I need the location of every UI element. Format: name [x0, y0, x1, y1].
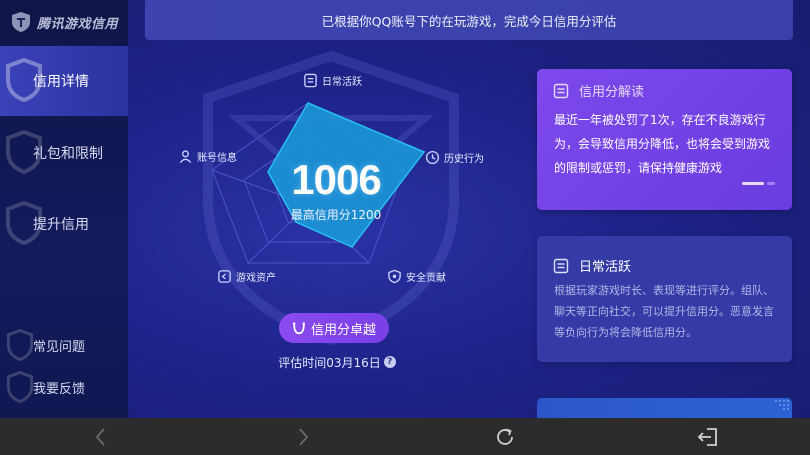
- radar-label-account-info: 账号信息: [178, 149, 237, 164]
- list-icon: [304, 73, 317, 88]
- logo-shield-icon: [12, 12, 30, 32]
- help-icon[interactable]: ?: [383, 356, 396, 368]
- logo-text: 腾讯游戏信用: [37, 16, 119, 32]
- back-icon[interactable]: [90, 426, 112, 448]
- radar-label-daily-activity: 日常活跃: [303, 73, 362, 88]
- smile-icon: [292, 322, 306, 335]
- sidebar-item-improve-credit[interactable]: 提升信用: [0, 189, 128, 259]
- exit-icon[interactable]: [697, 426, 719, 448]
- card-body: 最近一年被处罚了1次，存在不良游戏行为，会导致信用分降低，也将会受到游戏的限制或…: [554, 113, 771, 175]
- sidebar-item-credit-detail[interactable]: 信用详情: [0, 46, 128, 116]
- corner-pattern-icon: [775, 400, 789, 410]
- radar-label-history: 历史行为: [425, 150, 484, 165]
- sidebar-item-label: 提升信用: [33, 217, 89, 233]
- card-title: 日常活跃: [579, 260, 632, 275]
- daily-activity-card: 日常活跃 根据玩家游戏时长、表现等进行评分。组队、聊天等正向社交，可以提升信用分…: [537, 236, 792, 362]
- shield-icon: [6, 371, 34, 403]
- credit-interpretation-card: 信用分解读 最近一年被处罚了1次，存在不良游戏行为，会导致信用分降低，也将会受到…: [537, 69, 792, 210]
- sidebar-item-label: 常见问题: [33, 339, 86, 355]
- card-header: 日常活跃: [553, 256, 631, 275]
- pager-dot-active: [742, 182, 764, 185]
- next-card[interactable]: [537, 398, 792, 418]
- app-logo: 腾讯游戏信用: [10, 10, 118, 34]
- pager-dot: [767, 182, 775, 185]
- forward-icon[interactable]: [292, 426, 314, 448]
- card-body: 根据玩家游戏时长、表现等进行评分。组队、聊天等正向社交，可以提升信用分。恶意发言…: [554, 284, 774, 339]
- credit-level-button[interactable]: 信用分卓越: [279, 313, 389, 343]
- evaluation-time: 评估时间03月16日 ?: [272, 353, 402, 371]
- card-header: 信用分解读: [553, 81, 644, 100]
- radar-label-security: 安全贡献: [387, 269, 446, 284]
- sidebar-item-feedback[interactable]: 我要反馈: [0, 369, 128, 405]
- credit-score: 1006: [291, 156, 381, 203]
- sidebar: 腾讯游戏信用 信用详情 礼包和限制 提升信用 常见问题 我要反馈: [0, 0, 128, 418]
- sidebar-item-faq[interactable]: 常见问题: [0, 327, 128, 363]
- sidebar-item-label: 信用详情: [33, 74, 89, 90]
- sidebar-item-gifts-limits[interactable]: 礼包和限制: [0, 118, 128, 188]
- refresh-icon[interactable]: [494, 426, 516, 448]
- app-window: 腾讯游戏信用 信用详情 礼包和限制 提升信用 常见问题 我要反馈 已根据你QQ账…: [0, 0, 810, 418]
- sidebar-item-label: 礼包和限制: [33, 146, 103, 162]
- max-credit-score: 最高信用分1200: [290, 208, 382, 222]
- card-title: 信用分解读: [579, 85, 645, 100]
- shield-icon: [6, 329, 34, 361]
- clock-icon: [425, 150, 440, 165]
- shield-icon: [388, 269, 401, 284]
- sidebar-item-label: 我要反馈: [33, 381, 86, 397]
- user-icon: [179, 150, 192, 164]
- credit-level-label: 信用分卓越: [310, 322, 376, 338]
- system-nav-bar: [0, 418, 810, 455]
- document-icon: [553, 83, 569, 98]
- radar-label-game-assets: 游戏资产: [217, 269, 276, 284]
- pager-dots: [742, 182, 778, 185]
- list-icon: [553, 258, 569, 273]
- asset-icon: [218, 270, 231, 283]
- main-content: 已根据你QQ账号下的在玩游戏，完成今日信用分评估 日常活跃 历史行为 安全贡献 …: [128, 0, 810, 418]
